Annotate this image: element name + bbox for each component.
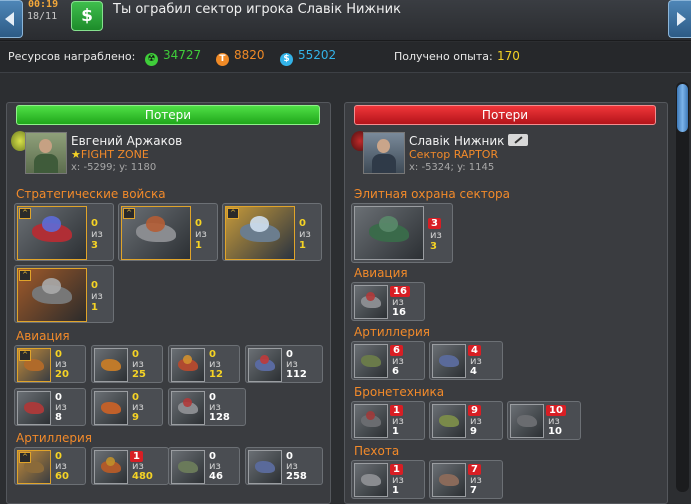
unit-card[interactable]: ^ 0 из 1 <box>118 203 218 261</box>
unit-card[interactable]: 9 из 9 <box>429 401 503 440</box>
unit-card[interactable]: 0 из 112 <box>245 345 323 383</box>
unit-card[interactable]: 0 из 25 <box>91 345 163 383</box>
unit-card[interactable]: 0 из 46 <box>168 447 240 485</box>
resource-titanium: T 8820 <box>216 48 265 66</box>
section-title: Артиллерия <box>354 325 430 339</box>
unit-card[interactable]: ^ 0 из 1 <box>222 203 322 261</box>
unit-card[interactable]: 1 из 1 <box>351 460 425 499</box>
radiation-icon: ☢ <box>145 53 158 66</box>
section-title: Элитная охрана сектора <box>354 187 511 201</box>
attacker-avatar[interactable] <box>25 132 67 174</box>
star-icon: ★ <box>71 148 81 161</box>
section-title: Пехота <box>354 444 400 458</box>
scrollbar-thumb[interactable] <box>677 84 688 132</box>
unit-card[interactable]: 0 из 9 <box>91 388 163 426</box>
unit-card[interactable]: 0 из 128 <box>168 388 246 426</box>
timer: 00:19 <box>28 0 59 10</box>
unit-card[interactable]: 0 из 8 <box>14 388 86 426</box>
section-title: Авиация <box>16 329 70 343</box>
defender-name[interactable]: Славік Нижник <box>409 134 529 148</box>
titanium-icon: T <box>216 53 229 66</box>
unit-card[interactable]: 4 из 4 <box>429 341 503 380</box>
page-counter: 18/11 <box>27 11 58 22</box>
unit-card[interactable]: ^ 0 из 60 <box>14 447 86 485</box>
xp-value: 170 <box>497 49 520 63</box>
section-title: Стратегические войска <box>16 187 166 201</box>
attacker-clan[interactable]: ★FIGHT ZONE <box>71 148 149 161</box>
scrollbar[interactable] <box>676 82 689 492</box>
attacker-losses-header: Потери <box>16 105 320 125</box>
section-title: Артиллерия <box>16 431 92 445</box>
unit-card[interactable]: ^ 0 из 1 <box>14 265 114 323</box>
attacker-coords: x: -5299; y: 1180 <box>71 162 157 173</box>
xp-label: Получено опыта: <box>394 50 493 63</box>
defender-losses-panel: Потери Славік Нижник Сектор RAPTOR x: -5… <box>344 102 668 504</box>
defender-losses-header: Потери <box>354 105 656 125</box>
header-bar: 00:19 18/11 $ Ты ограбил сектор игрока С… <box>0 0 691 41</box>
defender-avatar[interactable] <box>363 132 405 174</box>
resource-radiation: ☢ 34727 <box>145 48 201 66</box>
unit-card[interactable]: 1 из 1 <box>351 401 425 440</box>
unit-card[interactable]: ^ 0 из 20 <box>14 345 86 383</box>
section-title: Авиация <box>354 266 408 280</box>
page-title: Ты ограбил сектор игрока Славік Нижник <box>113 2 401 17</box>
unit-card[interactable]: 0 из 258 <box>245 447 323 485</box>
credits-icon: $ <box>280 53 293 66</box>
unit-card[interactable]: 6 из 6 <box>351 341 425 380</box>
back-button[interactable] <box>0 0 23 38</box>
unit-card[interactable]: 1 из 480 <box>91 447 169 485</box>
attacker-losses-panel: Потери Евгений Аржаков ★FIGHT ZONE x: -5… <box>6 102 331 504</box>
unit-card[interactable]: 16 из 16 <box>351 282 425 321</box>
defender-coords: x: -5324; y: 1145 <box>409 162 495 173</box>
resources-bar: Ресурсов награблено: ☢ 34727 T 8820 $55202… <box>0 42 691 73</box>
resources-label: Ресурсов награблено: <box>8 50 136 63</box>
defender-clan[interactable]: Сектор RAPTOR <box>409 148 498 161</box>
dollar-icon: $ <box>71 1 103 31</box>
resource-credits: $55202 <box>280 48 336 66</box>
arrow-right-icon <box>677 12 686 26</box>
unit-card[interactable]: 0 из 12 <box>168 345 240 383</box>
unit-card[interactable]: 3 из 3 <box>351 203 453 263</box>
arrow-left-icon <box>5 12 14 26</box>
attacker-name[interactable]: Евгений Аржаков <box>71 134 182 148</box>
section-title: Бронетехника <box>354 385 445 399</box>
unit-card[interactable]: 7 из 7 <box>429 460 503 499</box>
unit-card[interactable]: ^ 0 из 3 <box>14 203 114 261</box>
unit-card[interactable]: 10 из 10 <box>507 401 581 440</box>
next-button[interactable] <box>668 0 691 38</box>
edit-icon[interactable] <box>508 134 529 146</box>
